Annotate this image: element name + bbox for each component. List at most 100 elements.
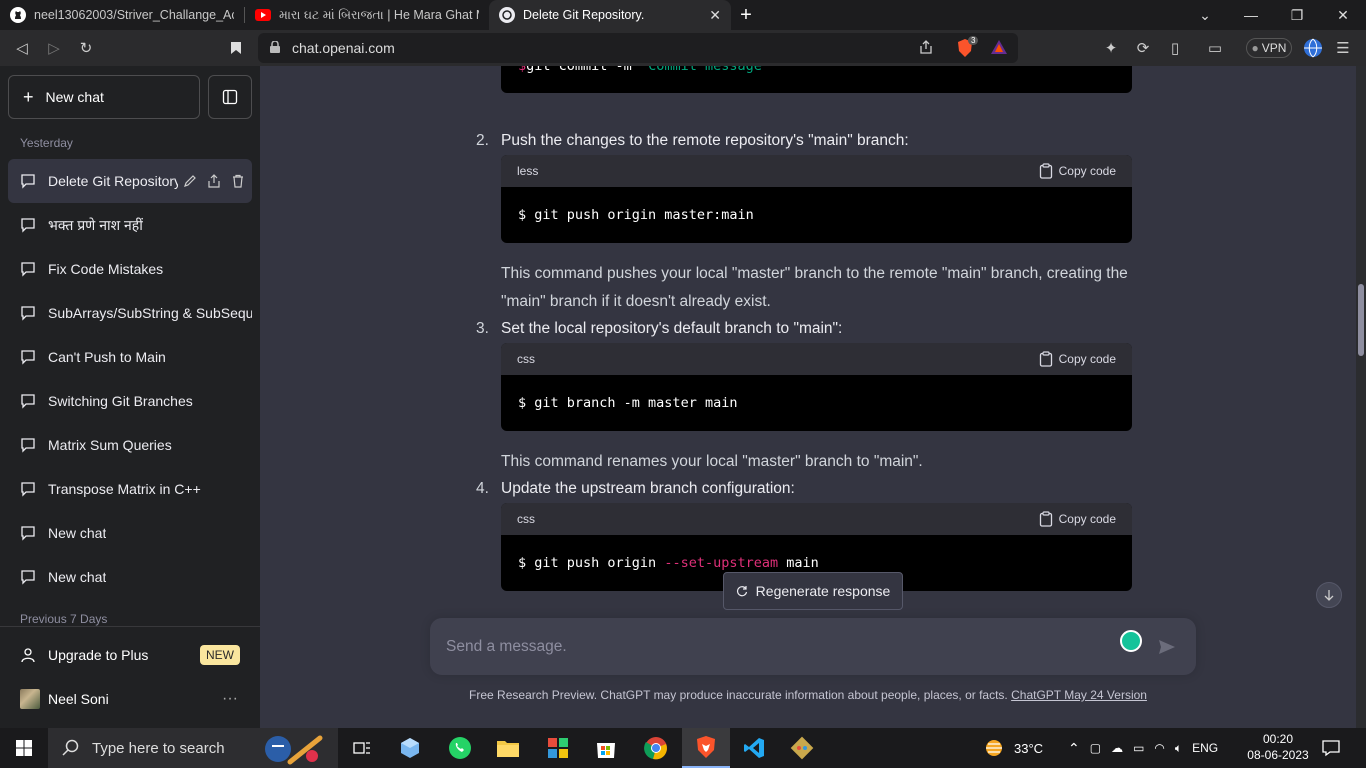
- tab-list-chevron-icon[interactable]: ⌄: [1182, 0, 1228, 30]
- sidebar-item-switching-git-branches[interactable]: Switching Git Branches: [8, 379, 252, 423]
- wallet-icon[interactable]: ▭: [1200, 30, 1230, 66]
- copy-code-button[interactable]: Copy code: [1039, 511, 1116, 527]
- sidebar-item-label: Matrix Sum Queries: [48, 437, 172, 453]
- browser-tab-github[interactable]: neel13062003/Striver_Challange_Accep: [0, 0, 244, 30]
- grammarly-icon[interactable]: [1120, 630, 1142, 652]
- tab-title: મારા ઘટ માં બિરાજતા | He Mara Ghat Ma: [279, 7, 479, 22]
- app-3d-icon[interactable]: [386, 728, 434, 768]
- file-explorer-icon[interactable]: [484, 728, 532, 768]
- scroll-down-button[interactable]: [1316, 582, 1342, 608]
- sidebar-toggle-button[interactable]: [208, 75, 252, 119]
- code-flag: --set-upstream: [664, 555, 779, 571]
- microsoft-store-icon[interactable]: [582, 728, 630, 768]
- profile-globe-icon[interactable]: [1298, 30, 1328, 66]
- chevron-up-icon[interactable]: ⌃: [1068, 740, 1080, 757]
- chat-bubble-icon: [21, 218, 35, 233]
- bookmark-icon[interactable]: [220, 32, 252, 64]
- user-name: Neel Soni: [48, 691, 109, 707]
- sidebar-item-fix-code-mistakes[interactable]: Fix Code Mistakes: [8, 247, 252, 291]
- minimize-button[interactable]: —: [1228, 0, 1274, 30]
- notifications-icon[interactable]: [1322, 728, 1340, 768]
- sidebar-item-delete-git-repository[interactable]: Delete Git Repository.: [8, 159, 252, 203]
- windows-start-button[interactable]: [0, 728, 48, 768]
- sidebar-item-cant-push-to-main[interactable]: Can't Push to Main: [8, 335, 252, 379]
- wifi-icon[interactable]: ◠: [1154, 741, 1164, 755]
- more-options-icon[interactable]: ···: [222, 690, 238, 708]
- sidebar-item-new-chat[interactable]: New chat: [8, 555, 252, 599]
- scrollbar-thumb[interactable]: [1358, 284, 1364, 356]
- close-window-button[interactable]: ✕: [1320, 0, 1366, 30]
- plus-icon: +: [23, 86, 34, 107]
- code-block-partial: $ git commit -m "Commit message": [501, 66, 1132, 93]
- browser-tab-strip: neel13062003/Striver_Challange_Accep માર…: [0, 0, 1366, 30]
- weather-widget[interactable]: 33°C: [982, 728, 1043, 768]
- paragraph: This command pushes your local "master" …: [501, 265, 1128, 310]
- chat-bubble-icon: [21, 262, 35, 277]
- forward-icon[interactable]: ▷: [38, 32, 70, 64]
- send-icon[interactable]: [1158, 638, 1176, 656]
- vscode-icon[interactable]: [730, 728, 778, 768]
- share-icon[interactable]: [918, 39, 934, 58]
- weather-sun-icon: [986, 740, 1002, 756]
- copy-code-button[interactable]: Copy code: [1039, 351, 1116, 367]
- language-indicator[interactable]: ENG: [1192, 741, 1218, 755]
- step-text: Set the local repository's default branc…: [501, 320, 843, 337]
- close-tab-icon[interactable]: ✕: [709, 7, 721, 24]
- cloud-icon[interactable]: ☁: [1111, 741, 1123, 755]
- reload-icon[interactable]: ↻: [70, 32, 102, 64]
- message-composer: [430, 618, 1196, 675]
- arrow-down-icon: [1324, 590, 1334, 601]
- chat-bubble-icon: [21, 306, 35, 321]
- new-chat-label: New chat: [45, 89, 104, 105]
- sidebar-item-label: Transpose Matrix in C++: [48, 481, 201, 497]
- new-tab-button[interactable]: +: [731, 4, 761, 27]
- sync-icon[interactable]: ⟳: [1128, 30, 1158, 66]
- task-view-icon[interactable]: [338, 728, 386, 768]
- share-chat-icon[interactable]: [206, 173, 222, 189]
- sidebar-panel-icon[interactable]: ▯: [1160, 30, 1190, 66]
- message-input[interactable]: [446, 634, 1106, 660]
- whatsapp-icon[interactable]: [436, 728, 484, 768]
- battery-icon[interactable]: ▭: [1133, 741, 1144, 755]
- sidebar-item-transpose-matrix[interactable]: Transpose Matrix in C++: [8, 467, 252, 511]
- back-icon[interactable]: ◁: [6, 32, 38, 64]
- extensions-icon[interactable]: ✦: [1096, 30, 1126, 66]
- volume-icon[interactable]: 🔈︎: [1175, 741, 1182, 756]
- brave-browser-icon[interactable]: [682, 728, 730, 768]
- system-clock[interactable]: 00:20 08-06-2023: [1246, 731, 1310, 763]
- version-link[interactable]: ChatGPT May 24 Version: [1011, 688, 1147, 702]
- sidebar-item-label: New chat: [48, 569, 107, 585]
- browser-tab-chatgpt[interactable]: Delete Git Repository. ✕: [489, 0, 731, 30]
- paragraph: This command renames your local "master"…: [501, 453, 923, 470]
- sidebar-toggle-icon: [222, 89, 238, 105]
- taskbar-search[interactable]: Type here to search: [48, 728, 338, 768]
- copy-code-button[interactable]: Copy code: [1039, 163, 1116, 179]
- office-app-icon[interactable]: [534, 728, 582, 768]
- page-scrollbar[interactable]: [1356, 66, 1366, 728]
- chrome-icon[interactable]: [632, 728, 680, 768]
- git-app-icon[interactable]: [778, 728, 826, 768]
- sidebar-item-matrix-sum-queries[interactable]: Matrix Sum Queries: [8, 423, 252, 467]
- chat-bubble-icon: [21, 526, 35, 541]
- trash-icon[interactable]: [230, 173, 246, 189]
- meet-now-icon[interactable]: ▢: [1090, 741, 1101, 755]
- edit-icon[interactable]: [182, 173, 198, 189]
- tab-title: neel13062003/Striver_Challange_Accep: [34, 8, 234, 22]
- upgrade-to-plus-button[interactable]: Upgrade to Plus NEW: [8, 635, 252, 675]
- sidebar-item-chat[interactable]: भक्त प्रणे नाश नहीं: [8, 203, 252, 247]
- vpn-button[interactable]: ● VPN: [1246, 38, 1292, 58]
- chat-main: $ git commit -m "Commit message" 2. Push…: [260, 66, 1356, 728]
- browser-tab-youtube[interactable]: મારા ઘટ માં બિરાજતા | He Mara Ghat Ma: [245, 0, 489, 30]
- lock-icon: [270, 39, 282, 56]
- new-chat-button[interactable]: + New chat: [8, 75, 200, 119]
- user-menu-button[interactable]: Neel Soni ···: [8, 679, 252, 719]
- menu-icon[interactable]: ☰: [1328, 30, 1358, 66]
- address-bar[interactable]: chat.openai.com 3: [258, 33, 1018, 63]
- regenerate-response-button[interactable]: Regenerate response: [723, 572, 903, 610]
- step-text: Update the upstream branch configuration…: [501, 480, 795, 497]
- brave-rewards-icon[interactable]: [990, 39, 1008, 58]
- sidebar-item-new-chat[interactable]: New chat: [8, 511, 252, 555]
- sidebar-item-subarrays[interactable]: SubArrays/SubString & SubSequence: [8, 291, 252, 335]
- restore-button[interactable]: ❐: [1274, 0, 1320, 30]
- code-text: git branch -m master main: [534, 395, 738, 411]
